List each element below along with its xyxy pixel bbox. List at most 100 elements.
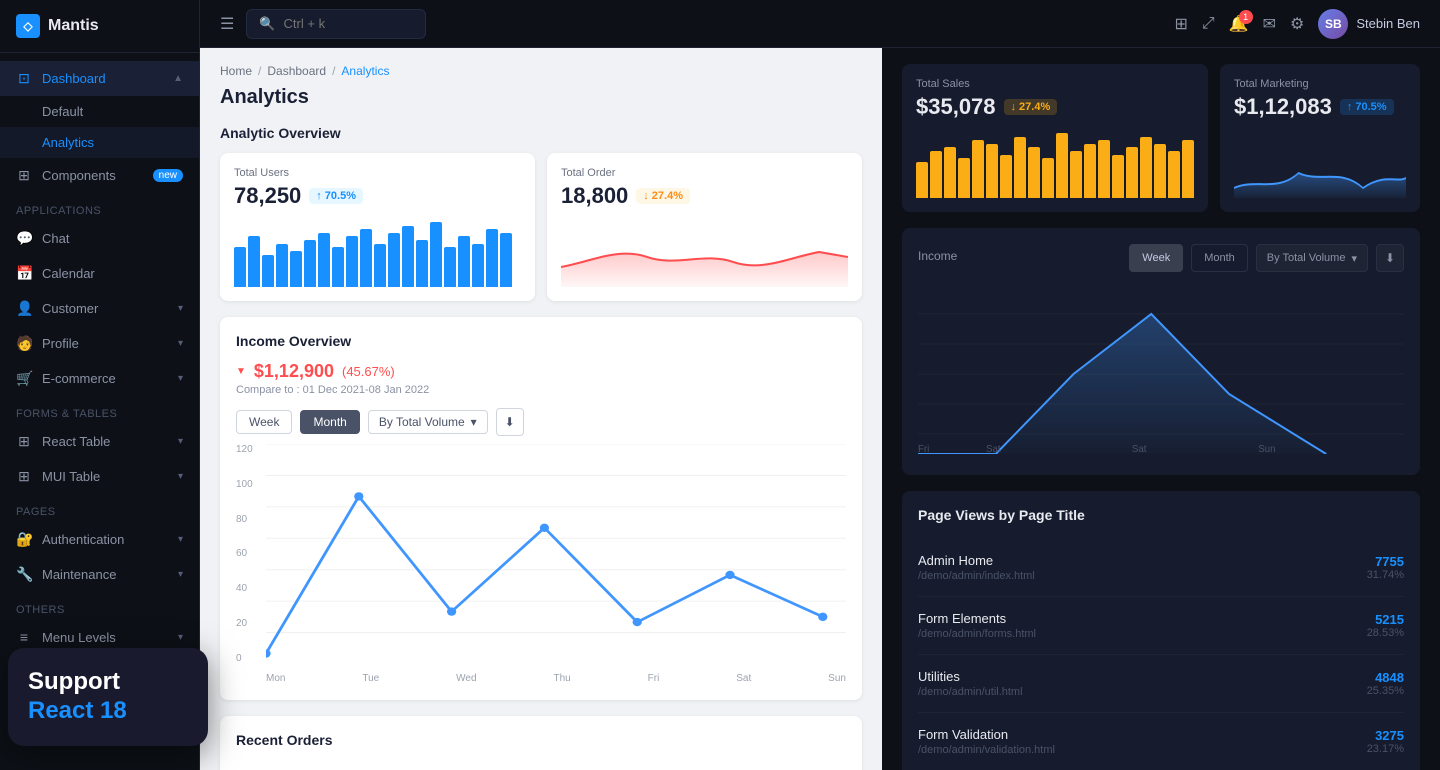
pv-url: /demo/admin/index.html — [918, 570, 1367, 582]
page-views-title: Page Views by Page Title — [918, 507, 1404, 523]
sub-label-analytics: Analytics — [42, 135, 94, 150]
pv-percent: 23.17% — [1367, 743, 1404, 755]
main-wrap: ☰ 🔍 ⊞ ⤢ 🔔 1 ✉ ⚙ SB Stebin Ben — [200, 0, 1440, 770]
user-avatar: SB — [1318, 9, 1348, 39]
topbar: ☰ 🔍 ⊞ ⤢ 🔔 1 ✉ ⚙ SB Stebin Ben — [200, 0, 1440, 48]
pv-count: 4848 — [1367, 670, 1404, 685]
calendar-icon: 📅 — [16, 265, 32, 282]
week-dark-button[interactable]: Week — [1129, 244, 1183, 272]
sub-label-default: Default — [42, 104, 83, 119]
metric-value-order: 18,800 — [561, 183, 628, 209]
chevron-down-icon: ▾ — [178, 436, 183, 447]
logo[interactable]: ◇ Mantis — [0, 0, 199, 53]
month-dark-button[interactable]: Month — [1191, 244, 1248, 272]
sidebar-subitem-analytics[interactable]: Analytics — [0, 127, 199, 158]
breadcrumb-dashboard[interactable]: Dashboard — [267, 64, 326, 78]
user-menu[interactable]: SB Stebin Ben — [1318, 9, 1420, 39]
search-input[interactable] — [284, 16, 404, 31]
pv-title: Utilities — [918, 669, 1367, 684]
metric-label-users: Total Users — [234, 167, 521, 179]
svg-text:Sun: Sun — [1258, 444, 1275, 454]
recent-orders-section: Recent Orders TRACKING NO PRODUCT NAME T… — [220, 716, 862, 770]
col-tracking: TRACKING NO — [236, 760, 362, 770]
sidebar-item-maintenance[interactable]: 🔧 Maintenance ▾ — [0, 557, 199, 592]
sidebar-item-chat[interactable]: 💬 Chat — [0, 221, 199, 256]
metric-card-marketing: Total Marketing $1,12,083 ↑ 70.5% — [1220, 64, 1420, 212]
download-button[interactable]: ⬇ — [496, 408, 524, 436]
volume-dark-select[interactable]: By Total Volume ▾ — [1256, 244, 1368, 272]
volume-select[interactable]: By Total Volume ▾ — [368, 410, 488, 434]
list-item: Form Validation /demo/admin/validation.h… — [918, 713, 1404, 770]
section-others: Others — [0, 592, 199, 620]
dark-metric-cards: Total Sales $35,078 ↓ 27.4% Total Market… — [902, 64, 1420, 212]
dark-area-svg: Fri Sat Sat Sun — [918, 284, 1404, 454]
page-views-list: Admin Home /demo/admin/index.html 7755 3… — [918, 539, 1404, 770]
sidebar-item-mui-table[interactable]: ⊞ MUI Table ▾ — [0, 459, 199, 494]
chevron-down-icon: ▾ — [178, 373, 183, 384]
pv-title: Form Validation — [918, 727, 1367, 742]
download-dark-button[interactable]: ⬇ — [1376, 244, 1404, 272]
react18-label: React 18 — [28, 697, 188, 726]
analytic-overview-title: Analytic Overview — [220, 125, 862, 141]
month-button[interactable]: Month — [300, 410, 359, 434]
svg-text:Sat: Sat — [986, 444, 1001, 454]
apps-icon-button[interactable]: ⊞ — [1175, 14, 1188, 34]
metric-badge-sales: ↓ 27.4% — [1004, 99, 1058, 115]
sidebar-item-ecommerce[interactable]: 🛒 E-commerce ▾ — [0, 361, 199, 396]
income-overview-section: Income Overview ▼ $1,12,900 (45.67%) Com… — [220, 317, 862, 700]
content-area: Home / Dashboard / Analytics Analytics A… — [200, 48, 1440, 770]
menu-icon: ≡ — [16, 629, 32, 645]
mail-icon-button[interactable]: ✉ — [1263, 14, 1276, 34]
chevron-down-icon: ▾ — [471, 415, 477, 429]
page-title: Analytics — [220, 86, 862, 109]
sidebar-subitem-default[interactable]: Default — [0, 96, 199, 127]
nav-label: Profile — [42, 336, 79, 351]
logo-text: Mantis — [48, 17, 99, 35]
nav-label: E-commerce — [42, 371, 116, 386]
metric-badge-order: ↓ 27.4% — [636, 188, 690, 204]
sidebar-item-calendar[interactable]: 📅 Calendar — [0, 256, 199, 291]
page-views-section: Page Views by Page Title Admin Home /dem… — [902, 491, 1420, 770]
dark-income-chart: Income Week Month By Total Volume ▾ ⬇ — [902, 228, 1420, 475]
menu-toggle-button[interactable]: ☰ — [220, 14, 234, 34]
nav-label: Authentication — [42, 532, 124, 547]
list-item: Admin Home /demo/admin/index.html 7755 3… — [918, 539, 1404, 597]
svg-text:Sat: Sat — [1132, 444, 1147, 454]
pv-percent: 31.74% — [1367, 569, 1404, 581]
sidebar-item-profile[interactable]: 🧑 Profile ▾ — [0, 326, 199, 361]
col-status: STATUS — [631, 760, 709, 770]
content-light: Home / Dashboard / Analytics Analytics A… — [200, 48, 882, 770]
col-product: PRODUCT NAME — [362, 760, 505, 770]
search-box[interactable]: 🔍 — [246, 9, 426, 39]
down-arrow-icon: ▼ — [236, 366, 246, 377]
section-forms: Forms & Tables — [0, 396, 199, 424]
income-compare: Compare to : 01 Dec 2021-08 Jan 2022 — [236, 384, 846, 396]
user-name: Stebin Ben — [1356, 16, 1420, 31]
settings-icon-button[interactable]: ⚙ — [1290, 14, 1304, 34]
users-bar-chart — [234, 217, 521, 287]
chevron-down-icon: ▾ — [178, 632, 183, 643]
nav-label: Menu Levels — [42, 630, 116, 645]
fullscreen-icon-button[interactable]: ⤢ — [1202, 15, 1215, 33]
notification-bell-button[interactable]: 🔔 1 — [1229, 14, 1249, 34]
sales-bar-chart — [916, 128, 1194, 198]
sidebar-item-components[interactable]: ⊞ Components new — [0, 158, 199, 193]
sidebar-item-react-table[interactable]: ⊞ React Table ▾ — [0, 424, 199, 459]
topbar-left: ☰ 🔍 — [220, 9, 1163, 39]
week-button[interactable]: Week — [236, 410, 292, 434]
metric-cards: Total Users 78,250 ↑ 70.5% Total Order 1… — [220, 153, 862, 301]
chevron-down-icon: ▾ — [178, 569, 183, 580]
sidebar-item-authentication[interactable]: 🔐 Authentication ▾ — [0, 522, 199, 557]
content-dark: Total Sales $35,078 ↓ 27.4% Total Market… — [882, 48, 1440, 770]
sidebar-item-customer[interactable]: 👤 Customer ▾ — [0, 291, 199, 326]
sidebar-item-dashboard[interactable]: ⊡ Dashboard ▲ — [0, 61, 199, 96]
breadcrumb-current: Analytics — [341, 64, 389, 78]
orders-title: Recent Orders — [236, 732, 332, 748]
topbar-right: ⊞ ⤢ 🔔 1 ✉ ⚙ SB Stebin Ben — [1175, 9, 1421, 39]
table-icon: ⊞ — [16, 433, 32, 450]
support-react18-popup[interactable]: Support React 18 — [8, 648, 208, 746]
chevron-down-icon: ▾ — [178, 303, 183, 314]
breadcrumb-home[interactable]: Home — [220, 64, 252, 78]
list-item: Utilities /demo/admin/util.html 4848 25.… — [918, 655, 1404, 713]
customer-icon: 👤 — [16, 300, 32, 317]
